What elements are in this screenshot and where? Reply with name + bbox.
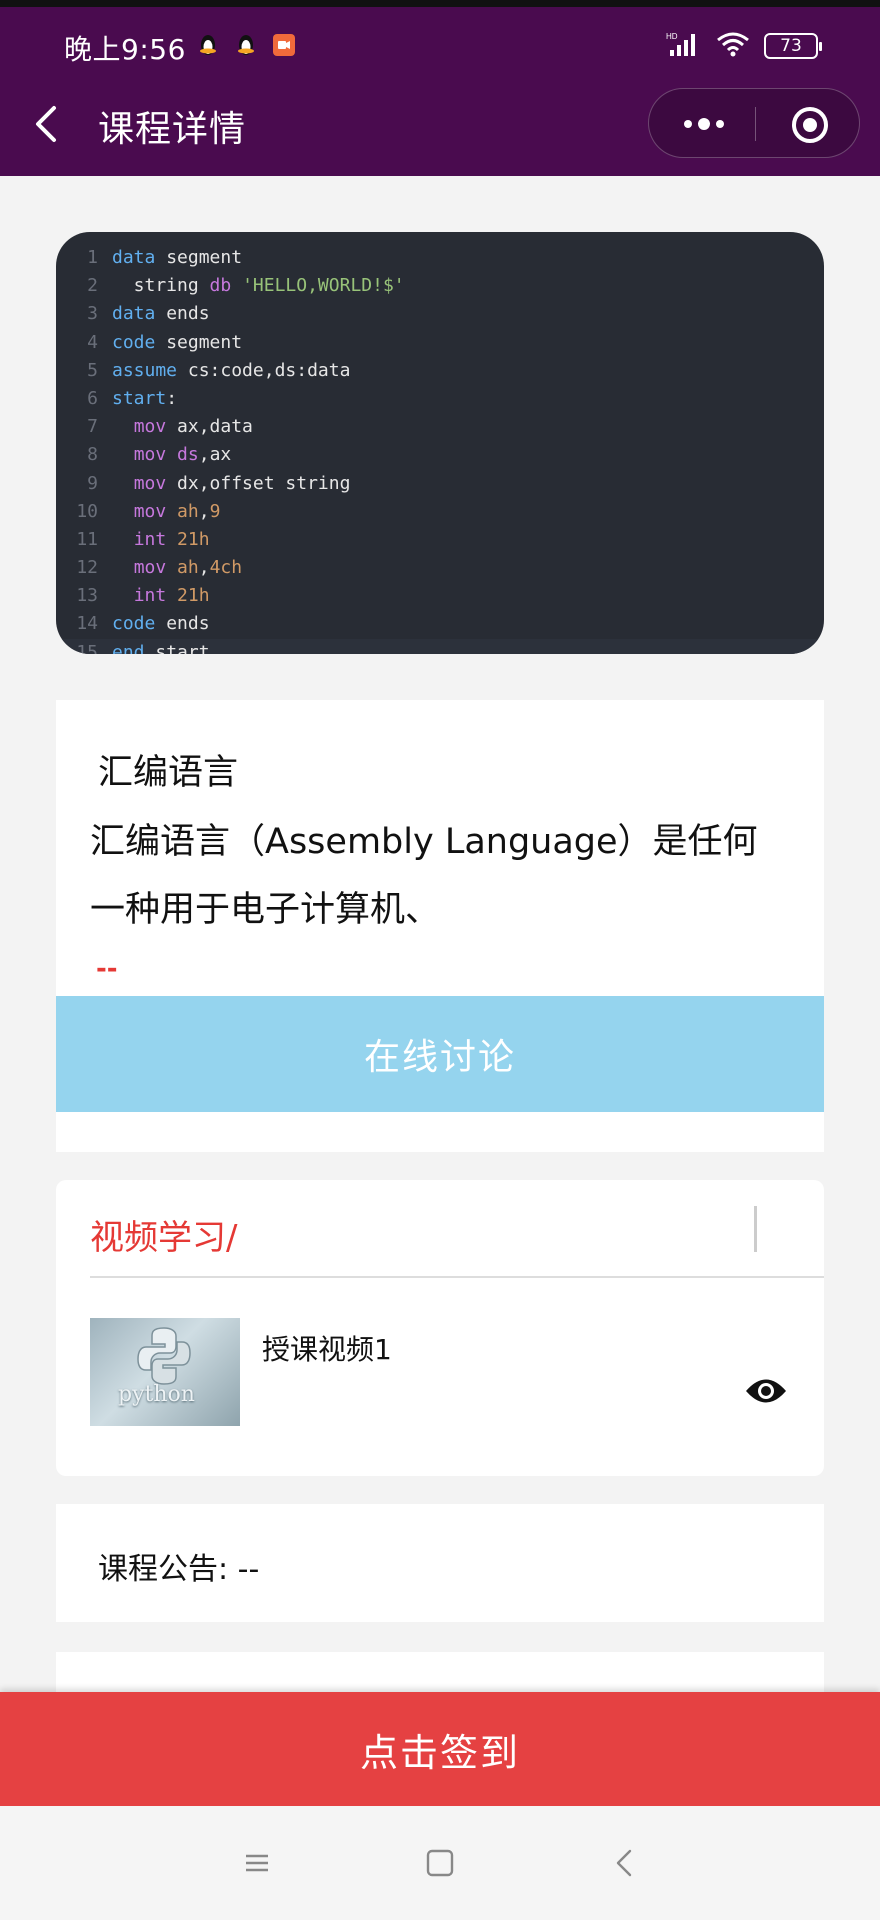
code-text: mov ah,4ch	[133, 557, 243, 579]
status-time: 晚上9:56	[64, 33, 186, 66]
line-number: 7	[87, 416, 98, 438]
code-line: 3 data ends	[56, 300, 824, 328]
code-line: 11 int 21h	[56, 526, 824, 554]
target-icon	[792, 107, 828, 143]
capsule-divider	[755, 107, 756, 141]
code-text: start:	[112, 387, 178, 409]
page-title: 课程详情	[98, 109, 247, 150]
close-mini-program-button[interactable]	[791, 106, 829, 144]
qq-penguin-icon	[234, 33, 258, 57]
code-line: 7 mov ax,data	[56, 413, 824, 441]
course-notice: 课程公告: --	[98, 1552, 260, 1587]
video-section-title: 视频学习/	[90, 1218, 238, 1258]
code-line: 5 assume cs:code,ds:data	[56, 357, 824, 385]
line-number: 2	[87, 275, 98, 297]
code-line: 10 mov ah,9	[56, 498, 824, 526]
svg-text:HD: HD	[666, 32, 678, 41]
line-number: 14	[76, 613, 98, 635]
home-icon[interactable]	[423, 1846, 457, 1880]
battery-indicator: 73	[764, 33, 822, 59]
section-separator	[90, 1276, 824, 1278]
code-text: data ends	[112, 303, 210, 325]
code-text: mov ax,data	[133, 416, 253, 438]
code-text: end start	[112, 641, 210, 654]
line-number: 13	[76, 585, 98, 607]
code-line: 4 code segment	[56, 329, 824, 357]
chevron-left-icon	[36, 106, 56, 142]
line-number: 11	[76, 528, 98, 550]
line-number: 6	[87, 387, 98, 409]
more-button[interactable]	[679, 109, 729, 139]
more-dots-icon	[684, 118, 724, 130]
line-number: 5	[87, 359, 98, 381]
signal-icon: HD	[666, 30, 702, 62]
status-right: HD 73	[666, 30, 822, 62]
video-thumbnail[interactable]: python	[90, 1318, 240, 1426]
code-text: assume cs:code,ds:data	[112, 359, 351, 381]
code-text: int 21h	[133, 585, 210, 607]
line-number: 12	[76, 557, 98, 579]
course-description: 汇编语言（Assembly Language）是任何一种用于电子计算机、	[90, 822, 758, 930]
course-name: 汇编语言	[98, 753, 239, 793]
code-line: 12 mov ah,4ch	[56, 554, 824, 582]
course-intro-card: 汇编语言 汇编语言（Assembly Language）是任何一种用于电子计算机…	[56, 700, 824, 1152]
qq-penguin-icon	[196, 33, 220, 57]
code-text: int 21h	[133, 528, 210, 550]
mini-program-capsule	[648, 88, 860, 158]
thumbnail-caption: python	[118, 1382, 195, 1407]
online-discussion-button[interactable]: 在线讨论	[56, 996, 824, 1112]
code-text: code ends	[112, 613, 210, 635]
line-number: 1	[87, 247, 98, 268]
python-logo-icon	[137, 1327, 191, 1385]
code-line: 6 start:	[56, 385, 824, 413]
back-icon[interactable]	[608, 1846, 642, 1880]
code-line: 1 data segment	[56, 244, 824, 272]
line-number: 9	[87, 472, 98, 494]
course-notice-card: 课程公告: --	[56, 1504, 824, 1622]
code-line: 15 end start	[56, 638, 824, 654]
line-number: 3	[87, 303, 98, 325]
code-text: data segment	[112, 247, 243, 268]
code-text: code segment	[112, 331, 243, 353]
video-learning-card: 视频学习/ python 授课视频1	[56, 1180, 824, 1476]
system-navigation-bar	[0, 1806, 880, 1920]
code-text: string db 'HELLO,WORLD!$'	[112, 275, 405, 297]
notification-icons	[196, 33, 296, 57]
line-number: 15	[76, 641, 98, 654]
code-line: 9 mov dx,offset string	[56, 470, 824, 498]
partially-hidden-card	[56, 1652, 824, 1692]
menu-icon[interactable]	[240, 1846, 274, 1880]
course-extra: --	[96, 954, 118, 984]
screen-edge	[0, 0, 880, 7]
section-divider	[754, 1206, 757, 1252]
line-number: 10	[76, 500, 98, 522]
code-line: 8 mov ds,ax	[56, 441, 824, 469]
video-app-icon	[272, 33, 296, 57]
code-line: 14 code ends	[56, 610, 824, 638]
video-title[interactable]: 授课视频1	[262, 1328, 392, 1368]
line-number: 8	[87, 444, 98, 466]
code-text: mov ah,9	[133, 500, 221, 522]
code-line: 2 string db 'HELLO,WORLD!$'	[56, 272, 824, 300]
eye-icon[interactable]	[744, 1376, 788, 1406]
code-block: 1 data segment 2 string db 'HELLO,WORLD!$'…	[56, 232, 824, 654]
back-button[interactable]	[28, 100, 68, 148]
code-text: mov ds,ax	[133, 444, 232, 466]
sign-in-button[interactable]: 点击签到	[0, 1692, 880, 1806]
code-line: 13 int 21h	[56, 582, 824, 610]
line-number: 4	[87, 331, 98, 353]
code-text: mov dx,offset string	[133, 472, 351, 494]
top-bar: 晚上9:56 HD 73 课程详情	[0, 0, 880, 176]
wifi-icon	[716, 30, 750, 62]
